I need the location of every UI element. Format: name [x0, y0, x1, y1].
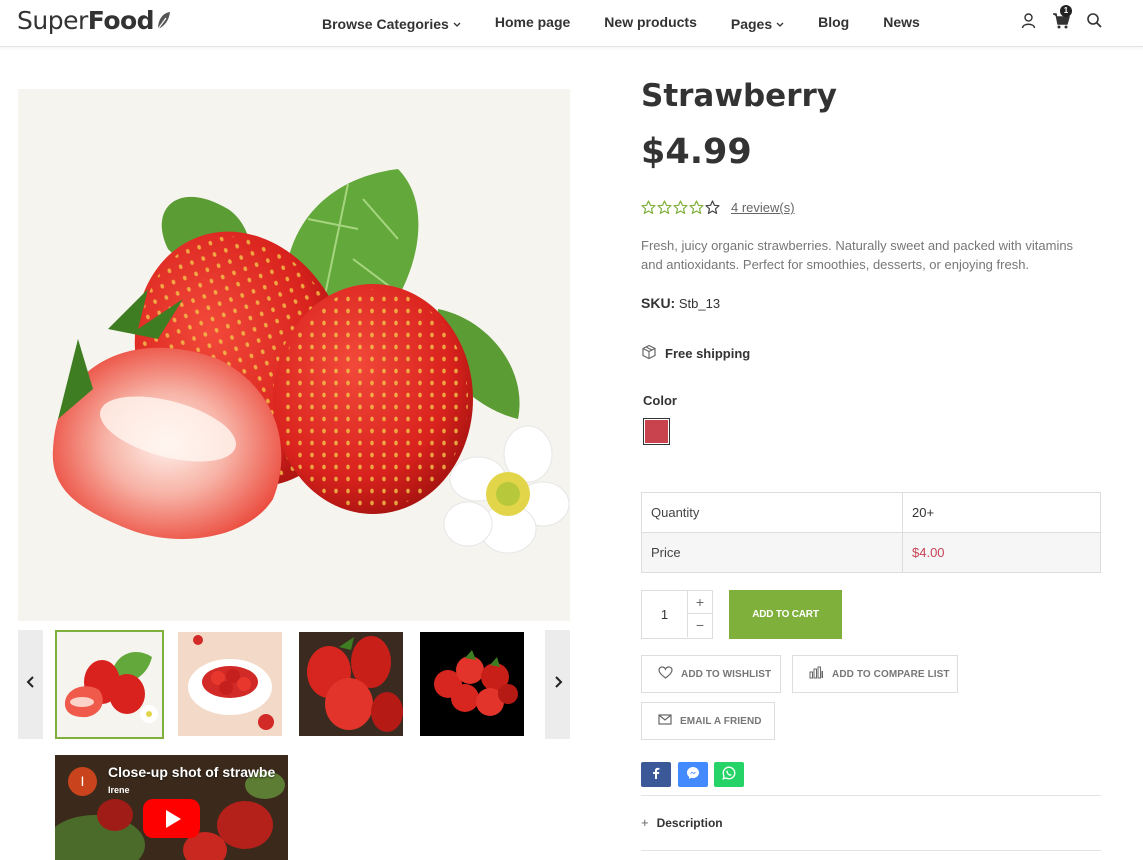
table-row: Quantity 20+ [641, 492, 1101, 533]
tier-price-label: Price [641, 532, 903, 573]
channel-avatar: I [68, 767, 97, 796]
nav-home-page[interactable]: Home page [495, 14, 570, 32]
color-swatch[interactable] [643, 418, 670, 445]
nav-blog[interactable]: Blog [818, 14, 849, 32]
thumbnail-1[interactable] [55, 630, 164, 739]
star-icon [673, 200, 688, 214]
email-friend-button[interactable]: EMAIL A FRIEND [641, 702, 775, 740]
chevron-down-icon [453, 14, 461, 30]
color-label: Color [643, 393, 677, 408]
plus-icon: + [641, 815, 649, 830]
product-title: Strawberry [641, 78, 837, 114]
product-description: Fresh, juicy organic strawberries. Natur… [641, 238, 1074, 272]
video-title[interactable]: Close-up shot of strawbe [108, 764, 275, 780]
box-icon [641, 344, 665, 363]
add-to-wishlist-button[interactable]: ADD TO WISHLIST [641, 655, 781, 693]
quantity-stepper: + − [641, 590, 713, 639]
description-toggle[interactable]: + Description [641, 815, 723, 830]
chevron-right-icon [553, 675, 563, 694]
star-icon [657, 200, 672, 214]
quantity-increase-button[interactable]: + [687, 591, 712, 614]
thumbnail-4[interactable] [420, 632, 524, 736]
site-logo[interactable]: SuperFood [17, 6, 171, 37]
nav-browse-categories[interactable]: Browse Categories [322, 14, 461, 32]
envelope-icon [658, 714, 680, 728]
bar-chart-icon [809, 666, 832, 682]
header-icons: 1 [1019, 5, 1104, 30]
play-icon[interactable] [143, 799, 200, 838]
facebook-share-button[interactable] [641, 762, 671, 787]
thumbnail-prev-button[interactable] [18, 630, 43, 739]
tier-price-table: Quantity 20+ Price $4.00 [641, 492, 1101, 573]
main-nav: Browse Categories Home page New products… [322, 14, 954, 32]
quantity-input[interactable] [642, 591, 687, 638]
product-rating: 4 review(s) [641, 200, 795, 215]
leaf-icon [155, 8, 171, 37]
chevron-left-icon [26, 675, 36, 694]
product-main-image[interactable] [18, 89, 570, 621]
free-shipping-notice: Free shipping [641, 344, 750, 363]
tier-quantity-label: Quantity [641, 492, 903, 533]
nav-pages[interactable]: Pages [731, 14, 784, 32]
thumbnail-carousel [18, 630, 570, 739]
reviews-link[interactable]: 4 review(s) [731, 200, 795, 215]
cart-count-badge: 1 [1060, 5, 1072, 17]
add-to-cart-button[interactable]: ADD TO CART [729, 590, 842, 639]
thumbnail-next-button[interactable] [545, 630, 570, 739]
table-row: Price $4.00 [641, 532, 1101, 573]
star-icon [689, 200, 704, 214]
product-sku: SKU: Stb_13 [641, 295, 721, 311]
product-video[interactable]: I Close-up shot of strawbe Irene [55, 755, 288, 860]
divider [641, 850, 1101, 851]
thumbnail-2[interactable] [178, 632, 282, 736]
user-icon[interactable] [1019, 11, 1038, 30]
product-price: $4.99 [641, 132, 752, 172]
tier-price-value: $4.00 [902, 532, 1101, 573]
site-header: SuperFood Browse Categories Home page Ne… [0, 0, 1143, 47]
nav-new-products[interactable]: New products [604, 14, 697, 32]
messenger-share-button[interactable] [678, 762, 708, 787]
messenger-icon [686, 766, 700, 783]
heart-icon [658, 666, 681, 682]
search-icon[interactable] [1085, 11, 1104, 30]
nav-news[interactable]: News [883, 14, 920, 32]
divider [641, 795, 1101, 796]
cart-icon[interactable]: 1 [1052, 5, 1072, 30]
add-to-compare-button[interactable]: ADD TO COMPARE LIST [792, 655, 958, 693]
whatsapp-icon [722, 766, 736, 783]
star-icon [705, 200, 720, 214]
chevron-down-icon [776, 14, 784, 30]
star-icon [641, 200, 656, 214]
facebook-icon [652, 767, 660, 782]
tier-quantity-value: 20+ [902, 492, 1101, 533]
whatsapp-share-button[interactable] [714, 762, 744, 787]
quantity-decrease-button[interactable]: − [687, 614, 712, 637]
video-channel: Irene [108, 785, 130, 795]
thumbnail-3[interactable] [299, 632, 403, 736]
